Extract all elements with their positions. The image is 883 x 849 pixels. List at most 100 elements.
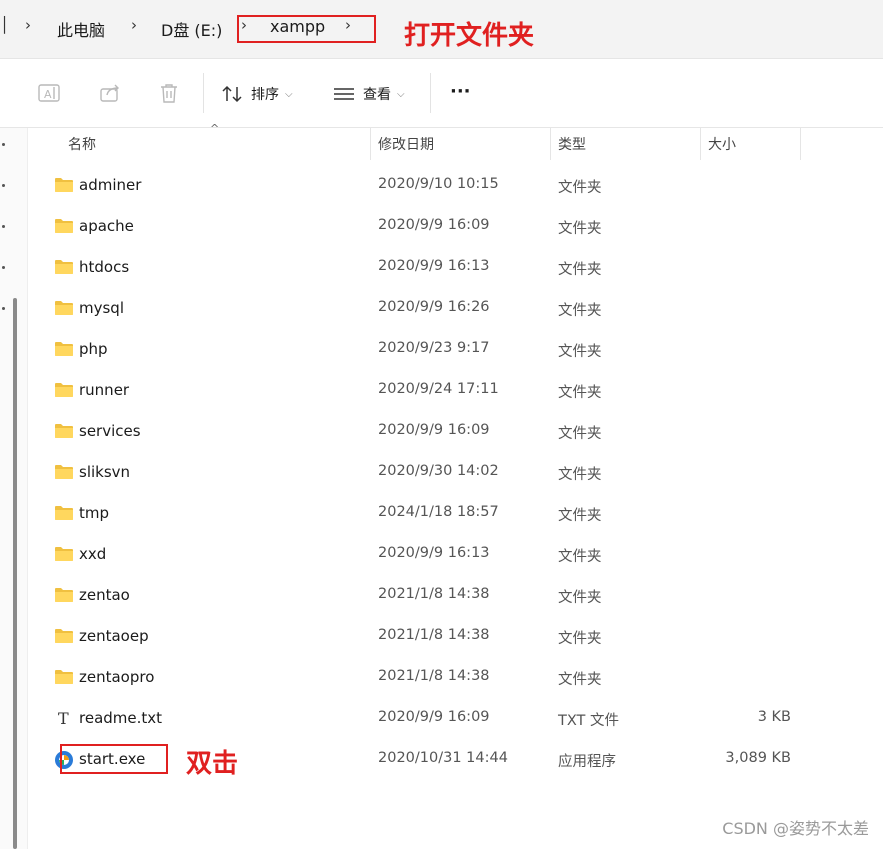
file-row[interactable]: php 2020/9/23 9:17 文件夹 [50,329,840,370]
file-row[interactable]: sliksvn 2020/9/30 14:02 文件夹 [50,452,840,493]
file-type: 文件夹 [558,672,602,688]
file-date: 2020/9/9 16:09 [378,709,490,725]
file-name: mysql [79,299,124,317]
more-options-button[interactable]: ··· [450,78,471,104]
text-file-icon: T [54,709,74,728]
sort-icon [222,85,242,103]
nav-expander-icon[interactable] [2,143,5,146]
file-type: 应用程序 [558,754,616,770]
file-date: 2020/9/9 16:13 [378,258,490,274]
column-header-type[interactable]: 类型 [550,128,701,160]
view-label: 查看 [363,87,391,103]
file-name: apache [79,217,134,235]
file-name: zentaoep [79,627,149,645]
file-name: services [79,422,141,440]
file-name: sliksvn [79,463,131,481]
file-date: 2020/9/10 10:15 [378,176,499,192]
file-type: 文件夹 [558,590,602,606]
file-row[interactable]: zentaopro 2021/1/8 14:38 文件夹 [50,657,840,698]
file-row[interactable]: htdocs 2020/9/9 16:13 文件夹 [50,247,840,288]
file-name: readme.txt [79,709,163,727]
file-row[interactable]: apache 2020/9/9 16:09 文件夹 [50,206,840,247]
file-row[interactable]: tmp 2024/1/18 18:57 文件夹 [50,493,840,534]
file-name: xxd [79,545,107,563]
file-date: 2021/1/8 14:38 [378,668,490,684]
nav-expander-icon[interactable] [2,184,5,187]
file-row[interactable]: xxd 2020/9/9 16:13 文件夹 [50,534,840,575]
file-type: 文件夹 [558,631,602,647]
file-row[interactable]: services 2020/9/9 16:09 文件夹 [50,411,840,452]
file-row[interactable]: adminer 2020/9/10 10:15 文件夹 [50,165,840,206]
folder-icon [54,176,74,194]
delete-icon[interactable] [157,81,181,105]
file-row[interactable]: mysql 2020/9/9 16:26 文件夹 [50,288,840,329]
folder-icon [54,545,74,563]
folder-icon [54,299,74,317]
file-size: 3 KB [757,709,791,725]
file-date: 2021/1/8 14:38 [378,627,490,643]
file-date: 2020/10/31 14:44 [378,750,508,766]
folder-icon [54,627,74,645]
rename-icon[interactable]: A [37,81,61,105]
folder-icon [54,422,74,440]
view-button[interactable]: 查看 ⌵ [333,81,405,107]
breadcrumb-this-pc[interactable]: 此电脑 [57,17,105,41]
watermark: CSDN @姿势不太差 [722,819,869,838]
annotation-double-click: 双击 [186,749,239,779]
file-row[interactable]: Treadme.txt 2020/9/9 16:09 TXT 文件 3 KB [50,698,840,739]
sort-label: 排序 [251,87,279,103]
file-type: 文件夹 [558,549,602,565]
start-exe-highlight-box [60,744,168,774]
chevron-right-icon[interactable]: › [25,16,31,34]
file-date: 2020/9/30 14:02 [378,463,499,479]
file-type: 文件夹 [558,467,602,483]
file-size: 3,089 KB [725,750,791,766]
column-header-size[interactable]: 大小 [700,128,801,160]
folder-icon [54,668,74,686]
file-name: htdocs [79,258,130,276]
nav-expander-icon[interactable] [2,266,5,269]
file-date: 2020/9/23 9:17 [378,340,490,356]
file-name: zentaopro [79,668,155,686]
column-header-date[interactable]: 修改日期 [370,128,551,160]
folder-icon [54,217,74,235]
sort-button[interactable]: 排序 ⌵ [221,81,293,107]
file-row[interactable]: zentao 2021/1/8 14:38 文件夹 [50,575,840,616]
nav-scrollbar-thumb[interactable] [13,298,17,849]
file-date: 2020/9/9 16:09 [378,217,490,233]
file-date: 2020/9/9 16:13 [378,545,490,561]
file-name: adminer [79,176,142,194]
file-date: 2020/9/9 16:09 [378,422,490,438]
breadcrumb-highlight-box [237,15,376,43]
file-type: 文件夹 [558,303,602,319]
nav-expander-icon[interactable] [2,307,5,310]
file-date: 2024/1/18 18:57 [378,504,499,520]
file-type: 文件夹 [558,344,602,360]
file-row[interactable]: start.exe 2020/10/31 14:44 应用程序 3,089 KB [50,739,840,780]
annotation-open-folder: 打开文件夹 [404,21,535,51]
share-icon[interactable] [98,81,122,105]
file-row[interactable]: runner 2020/9/24 17:11 文件夹 [50,370,840,411]
chevron-right-icon[interactable]: › [131,16,137,34]
file-type: 文件夹 [558,385,602,401]
svg-text:A: A [44,88,52,101]
folder-icon [54,504,74,522]
file-date: 2020/9/24 17:11 [378,381,499,397]
file-name: php [79,340,108,358]
command-bar: A 排序 ⌵ 查看 ⌵ ··· [0,59,883,128]
file-type: TXT 文件 [558,713,620,729]
chevron-down-icon: ⌵ [397,88,405,100]
toolbar-divider [430,73,431,113]
toolbar-divider [203,73,204,113]
file-row[interactable]: zentaoep 2021/1/8 14:38 文件夹 [50,616,840,657]
file-name: runner [79,381,130,399]
file-type: 文件夹 [558,508,602,524]
file-date: 2020/9/9 16:26 [378,299,490,315]
folder-icon [54,381,74,399]
breadcrumb-drive[interactable]: D盘 (E:) [161,17,222,41]
nav-expander-icon[interactable] [2,225,5,228]
file-type: 文件夹 [558,426,602,442]
view-icon [334,88,354,100]
svg-text:T: T [58,709,69,727]
sort-up-icon: ^ [210,122,220,135]
